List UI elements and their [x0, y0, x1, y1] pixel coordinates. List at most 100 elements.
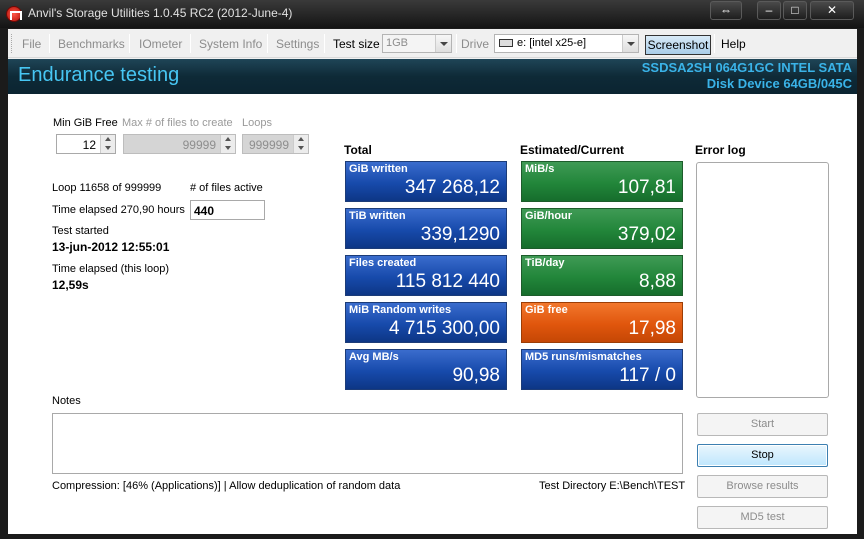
time-elapsed: Time elapsed 270,90 hours	[52, 204, 185, 216]
test-started-value: 13-jun-2012 12:55:01	[52, 240, 170, 254]
tile-tib-per-day: TiB/day 8,88	[521, 255, 683, 296]
tile-label: MiB/s	[525, 163, 555, 175]
test-size-value: 1GB	[386, 37, 409, 49]
toolbar-grip	[11, 34, 14, 53]
tile-value: 117 / 0	[619, 365, 676, 386]
tile-value: 115 812 440	[395, 271, 500, 292]
files-active-label: # of files active	[190, 182, 263, 194]
start-button[interactable]: Start	[697, 413, 828, 436]
time-elapsed-loop-value: 12,59s	[52, 278, 89, 292]
tile-value: 8,88	[639, 271, 676, 292]
window-title: Anvil's Storage Utilities 1.0.45 RC2 (20…	[28, 6, 293, 20]
tile-tib-written: TiB written 339,1290	[345, 208, 507, 249]
tile-value: 107,81	[617, 177, 676, 198]
separator	[456, 34, 457, 53]
separator	[129, 34, 130, 53]
test-directory: Test Directory E:\Bench\TEST	[539, 480, 686, 492]
tile-label: TiB/day	[525, 257, 565, 269]
menu-iometer[interactable]: IOmeter	[139, 37, 182, 51]
separator	[714, 34, 715, 53]
total-heading: Total	[344, 143, 372, 157]
tile-value: 90,98	[452, 365, 500, 386]
test-size-select[interactable]: 1GB	[382, 34, 452, 53]
device-info: SSDSA2SH 064G1GC INTEL SATA Disk Device …	[642, 60, 852, 92]
app-window: File Benchmarks IOmeter System Info Sett…	[8, 29, 857, 534]
md5-test-button[interactable]: MD5 test	[697, 506, 828, 529]
tile-label: TiB written	[349, 210, 406, 222]
chevron-down-icon	[622, 35, 638, 52]
max-files-value: 99999	[182, 138, 216, 152]
menu-help[interactable]: Help	[721, 37, 746, 51]
close-button[interactable]: ✕	[810, 1, 854, 20]
drive-label: Drive	[461, 37, 490, 51]
tile-files-created: Files created 115 812 440	[345, 255, 507, 296]
files-active-value: 440	[194, 204, 215, 218]
minimize-button[interactable]: –	[757, 1, 781, 20]
screenshot-button[interactable]: Screenshot	[645, 35, 711, 55]
loops-label: Loops	[242, 117, 272, 129]
test-started-label: Test started	[52, 225, 109, 237]
main-panel: Min GiB Free 12 Max # of files to create…	[8, 94, 857, 534]
min-gib-free-stepper[interactable]: 12	[56, 134, 116, 154]
tile-label: GiB/hour	[525, 210, 573, 222]
tile-value: 339,1290	[420, 224, 500, 245]
spinner-arrows-icon[interactable]	[100, 135, 115, 153]
spinner-arrows-icon[interactable]	[293, 135, 308, 153]
separator	[49, 34, 50, 53]
tile-label: Avg MB/s	[349, 351, 399, 363]
drive-icon	[499, 39, 513, 47]
loops-stepper[interactable]: 999999	[242, 134, 309, 154]
browse-results-button[interactable]: Browse results	[697, 475, 828, 498]
menu-settings[interactable]: Settings	[276, 37, 319, 51]
app-icon	[6, 6, 22, 22]
loops-value: 999999	[248, 138, 289, 152]
separator	[190, 34, 191, 53]
drive-select[interactable]: e: [intel x25-e]	[494, 34, 639, 53]
tile-label: MiB Random writes	[349, 304, 452, 316]
error-log-box[interactable]	[696, 162, 829, 398]
stop-button[interactable]: Stop	[697, 444, 828, 467]
spinner-arrows-icon[interactable]	[220, 135, 235, 153]
menu-file[interactable]: File	[22, 37, 41, 51]
tile-md5-runs: MD5 runs/mismatches 117 / 0	[521, 349, 683, 390]
loop-counter: Loop 11658 of 999999	[52, 182, 162, 194]
page-header: Endurance testing SSDSA2SH 064G1GC INTEL…	[8, 59, 857, 94]
error-log-heading: Error log	[695, 143, 746, 157]
separator	[324, 34, 325, 53]
files-active-field[interactable]: 440	[190, 200, 265, 220]
menu-system-info[interactable]: System Info	[199, 37, 262, 51]
maximize-button[interactable]: □	[783, 1, 807, 20]
test-size-label: Test size	[333, 37, 380, 51]
compression-info: Compression: [46% (Applications)] | Allo…	[52, 480, 401, 492]
min-gib-free-value: 12	[82, 138, 96, 152]
tile-gib-written: GiB written 347 268,12	[345, 161, 507, 202]
tile-label: Files created	[349, 257, 417, 269]
tile-mib-per-s: MiB/s 107,81	[521, 161, 683, 202]
notes-textarea[interactable]	[52, 413, 683, 474]
tile-value: 347 268,12	[404, 177, 500, 198]
tile-label: MD5 runs/mismatches	[525, 351, 642, 363]
page-title: Endurance testing	[18, 64, 180, 86]
separator	[267, 34, 268, 53]
tile-label: GiB free	[525, 304, 568, 316]
title-bar: Anvil's Storage Utilities 1.0.45 RC2 (20…	[0, 0, 864, 28]
tile-label: GiB written	[349, 163, 408, 175]
device-line-2: Disk Device 64GB/045C	[706, 76, 852, 91]
drive-value: e: [intel x25-e]	[517, 37, 587, 49]
min-gib-free-label: Min GiB Free	[53, 117, 118, 129]
max-files-stepper[interactable]: 99999	[123, 134, 236, 154]
menu-toolbar: File Benchmarks IOmeter System Info Sett…	[8, 29, 857, 58]
current-heading: Estimated/Current	[520, 143, 625, 157]
device-line-1: SSDSA2SH 064G1GC INTEL SATA	[641, 60, 852, 75]
tile-avg-mbs: Avg MB/s 90,98	[345, 349, 507, 390]
time-elapsed-loop-label: Time elapsed (this loop)	[52, 263, 169, 275]
menu-benchmarks[interactable]: Benchmarks	[58, 37, 125, 51]
tile-value: 4 715 300,00	[389, 318, 500, 339]
swap-icon-button[interactable]: ⇔	[710, 1, 742, 20]
chevron-down-icon	[435, 35, 451, 52]
notes-label: Notes	[52, 395, 81, 407]
tile-mib-random-writes: MiB Random writes 4 715 300,00	[345, 302, 507, 343]
tile-value: 379,02	[617, 224, 676, 245]
tile-gib-free: GiB free 17,98	[521, 302, 683, 343]
tile-value: 17,98	[628, 318, 676, 339]
